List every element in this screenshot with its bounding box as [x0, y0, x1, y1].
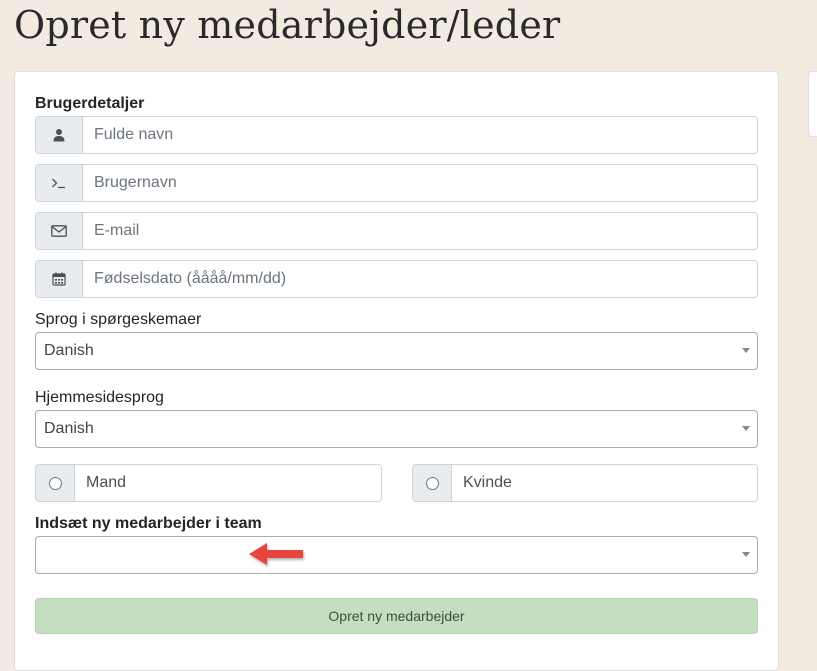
- site-language-select[interactable]: Danish: [35, 410, 758, 448]
- gender-female-radio[interactable]: [425, 476, 439, 490]
- submit-button[interactable]: Opret ny medarbejder: [35, 598, 758, 634]
- user-icon: [35, 116, 82, 154]
- chevron-down-icon: [742, 348, 750, 353]
- site-language-label: Hjemmesidesprog: [35, 389, 164, 406]
- user-details-heading: Brugerdetaljer: [35, 95, 145, 112]
- radio-addon: [35, 464, 74, 502]
- site-language-value: Danish: [44, 420, 94, 437]
- gender-female-label: Kvinde: [451, 464, 758, 502]
- chevron-down-icon: [742, 552, 750, 557]
- radio-addon: [412, 464, 451, 502]
- page-title: Opret ny medarbejder/leder: [14, 3, 561, 47]
- email-group: [35, 212, 758, 250]
- full-name-input[interactable]: [82, 116, 758, 154]
- gender-male-radio[interactable]: [48, 476, 62, 490]
- terminal-icon: [35, 164, 82, 202]
- survey-language-label: Sprog i spørgeskemaer: [35, 311, 202, 328]
- birthdate-group: [35, 260, 758, 298]
- chevron-down-icon: [742, 426, 750, 431]
- annotation-arrow-icon: [249, 543, 303, 565]
- username-group: [35, 164, 758, 202]
- full-name-group: [35, 116, 758, 154]
- survey-language-select[interactable]: Danish: [35, 332, 758, 370]
- calendar-icon: [35, 260, 82, 298]
- team-select[interactable]: [35, 536, 758, 574]
- envelope-icon: [35, 212, 82, 250]
- gender-female-option[interactable]: Kvinde: [412, 464, 758, 502]
- gender-male-option[interactable]: Mand: [35, 464, 382, 502]
- gender-male-label: Mand: [74, 464, 382, 502]
- form-card: [14, 71, 779, 671]
- email-input[interactable]: [82, 212, 758, 250]
- survey-language-value: Danish: [44, 342, 94, 359]
- team-label: Indsæt ny medarbejder i team: [35, 515, 262, 532]
- birthdate-input[interactable]: [82, 260, 758, 298]
- username-input[interactable]: [82, 164, 758, 202]
- side-card: [808, 71, 817, 137]
